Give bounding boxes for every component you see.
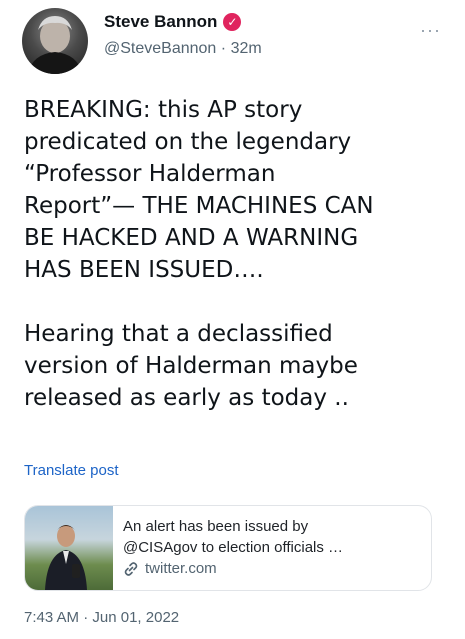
post-timestamp[interactable]: 7:43 AM · Jun 01, 2022 (24, 609, 179, 626)
avatar[interactable] (22, 8, 88, 74)
tweet-text: BREAKING: this AP story predicated on th… (24, 97, 374, 411)
link-preview-card[interactable]: An alert has been issued by @CISAgov to … (24, 505, 432, 591)
translate-post-link[interactable]: Translate post (24, 462, 119, 479)
timestamp-separator: · (83, 609, 89, 626)
link-icon (124, 561, 138, 576)
author-handle-row: @SteveBannon · 32m (104, 40, 262, 58)
more-options-icon[interactable]: ··· (420, 20, 441, 41)
post-time: 7:43 AM (24, 609, 80, 626)
avatar-image (28, 16, 82, 74)
card-thumbnail (25, 506, 113, 590)
reporter-image (45, 525, 87, 590)
card-domain-row: twitter.com (123, 558, 343, 579)
post-date: Jun 01, 2022 (92, 609, 180, 626)
author-handle[interactable]: @SteveBannon (104, 40, 216, 57)
post-age[interactable]: 32m (231, 40, 262, 57)
card-domain: twitter.com (145, 560, 217, 577)
author-name[interactable]: Steve Bannon (104, 12, 217, 32)
card-title-line-2: @CISAgov to election officials … (123, 539, 344, 556)
card-title-line-1: An alert has been issued by (123, 518, 309, 535)
separator: · (220, 40, 227, 57)
verified-badge-icon: ✓ (223, 13, 242, 31)
author-name-row[interactable]: Steve Bannon ✓ (104, 12, 242, 32)
